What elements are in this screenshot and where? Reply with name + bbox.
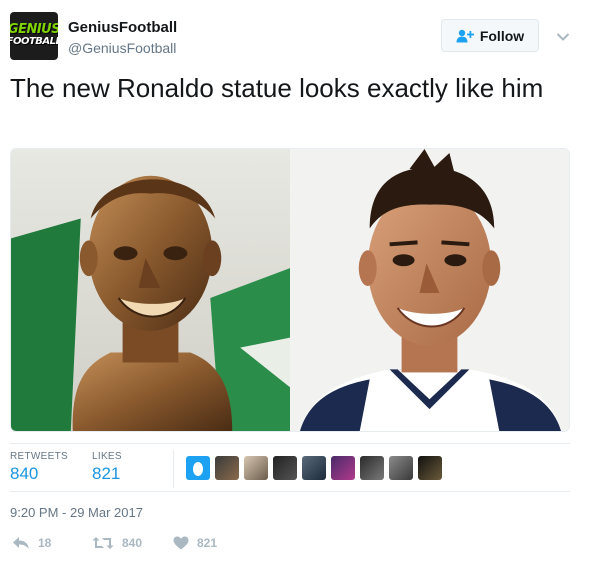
retweet-icon [92,536,114,550]
stats-separator [173,450,174,488]
divider-middle [10,491,570,492]
retweets-stat[interactable]: RETWEETS 840 [10,451,68,484]
like-button[interactable]: 821 [173,536,217,550]
reply-count: 18 [38,536,52,550]
avatar-logo-line2: FOOTBALL [10,36,58,47]
account-handle[interactable]: @GeniusFootball [68,40,176,56]
retweets-count: 840 [10,464,39,483]
statue-photo [11,149,290,431]
tweet-text: The new Ronaldo statue looks exactly lik… [10,73,544,103]
tweet-timestamp[interactable]: 9:20 PM - 29 Mar 2017 [10,505,143,520]
account-name[interactable]: GeniusFootball [68,19,177,36]
account-avatar[interactable]: GENIUS FOOTBALL [10,12,58,60]
liker-avatar[interactable] [360,456,384,480]
divider-top [10,443,570,444]
liker-avatar[interactable] [331,456,355,480]
avatar-logo-line1: GENIUS [10,22,58,37]
liker-avatar[interactable] [389,456,413,480]
chevron-down-icon[interactable] [556,29,570,41]
retweet-button[interactable]: 840 [92,536,142,550]
liker-avatars [186,456,442,480]
likes-stat[interactable]: LIKES 821 [92,451,122,484]
liker-avatar[interactable] [215,456,239,480]
retweet-count: 840 [122,536,143,550]
likes-label: LIKES [92,451,122,462]
liker-avatar[interactable] [418,456,442,480]
reply-icon [12,536,30,550]
likes-count: 821 [92,464,121,483]
liker-avatar[interactable] [244,456,268,480]
liker-avatar[interactable] [302,456,326,480]
ronaldo-photo [290,149,569,431]
retweets-label: RETWEETS [10,451,68,462]
like-count: 821 [197,536,218,550]
tweet-media[interactable] [10,148,570,432]
liker-avatar[interactable] [186,456,210,480]
follow-button-label: Follow [479,27,525,44]
heart-icon [173,536,189,550]
follow-button[interactable]: Follow [441,19,539,52]
liker-avatar[interactable] [273,456,297,480]
reply-button[interactable]: 18 [12,536,51,550]
follow-user-icon [456,29,474,43]
